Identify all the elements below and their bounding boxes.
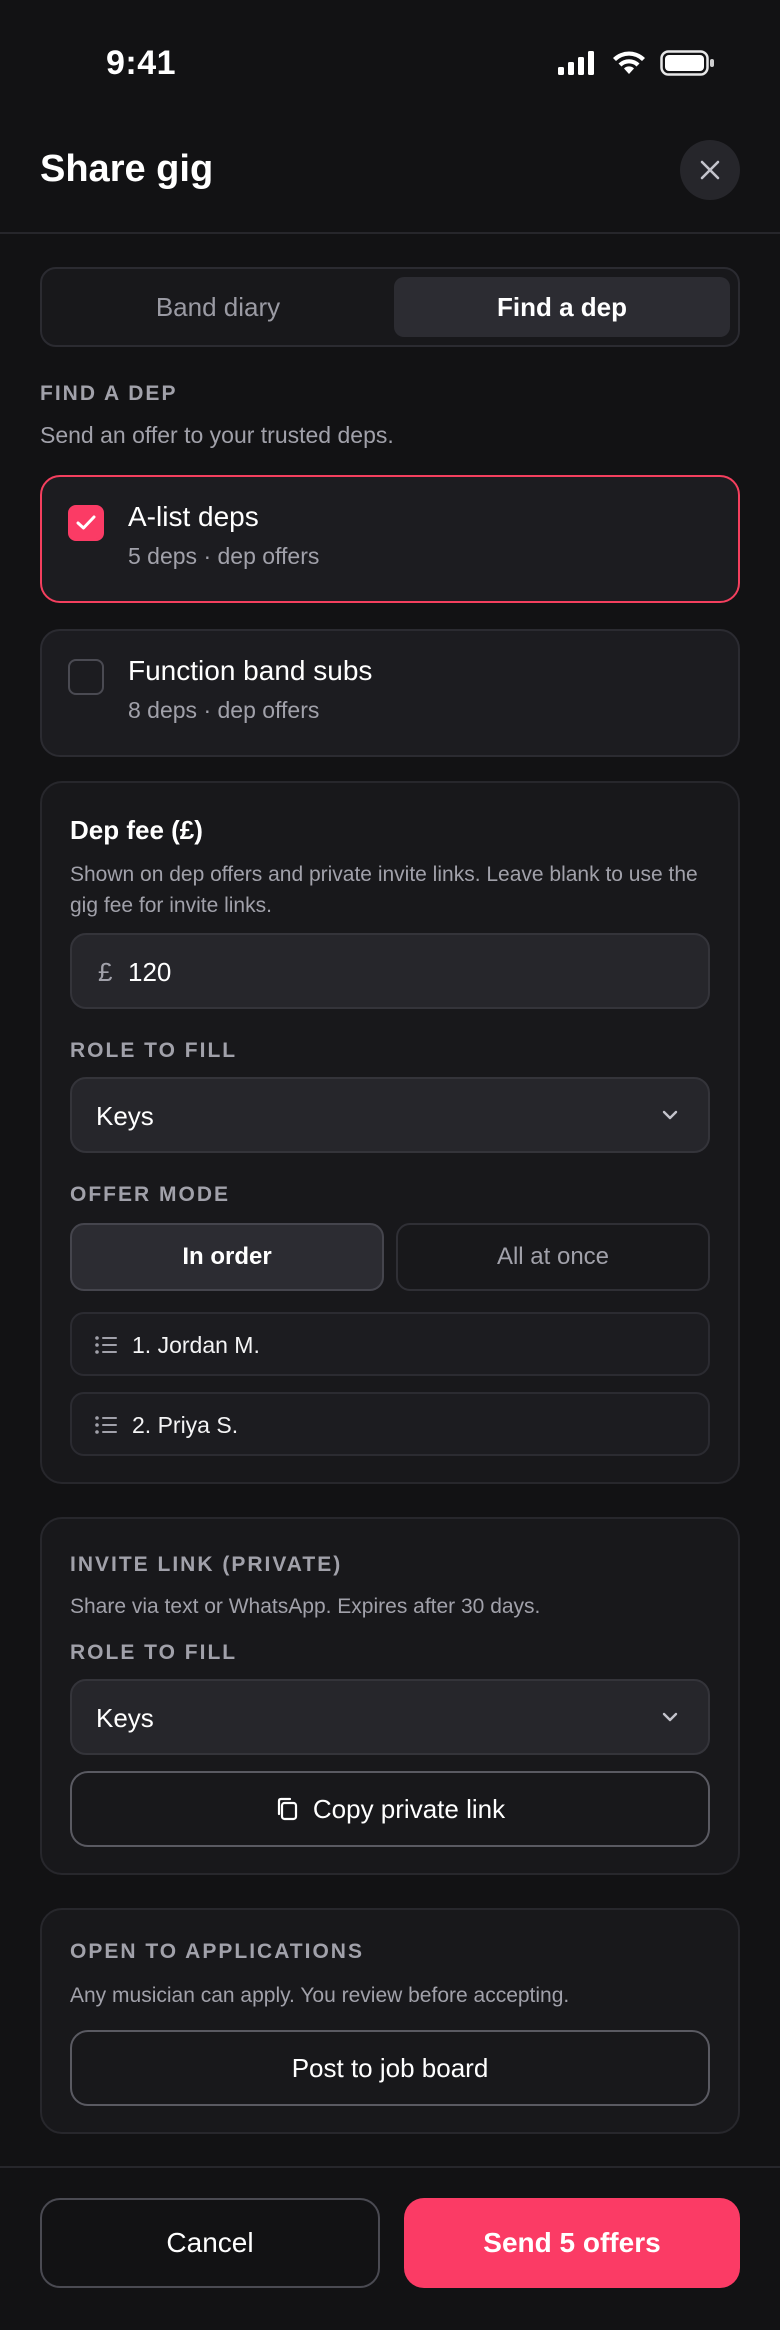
tab-band-diary[interactable]: Band diary <box>50 277 386 337</box>
applications-panel: OPEN TO APPLICATIONS Any musician can ap… <box>40 1908 740 2134</box>
copy-link-label: Copy private link <box>312 1793 506 1824</box>
group-name: A-list deps <box>128 501 259 532</box>
check-icon <box>76 515 96 530</box>
a-list-checkbox[interactable] <box>68 505 104 541</box>
role-select-value: Keys <box>96 1101 154 1131</box>
role-to-fill-label: ROLE TO FILL <box>70 1039 238 1062</box>
order-list-item[interactable]: 2. Priya S. <box>70 1392 710 1456</box>
drag-handle-icon[interactable] <box>94 1414 118 1436</box>
find-dep-heading: FIND A DEP <box>40 382 178 405</box>
chevron-down-icon <box>662 1712 678 1722</box>
dep-fee-input[interactable]: £ 120 <box>70 933 710 1009</box>
dep-group-a-list[interactable]: A-list deps 5 deps · dep offers <box>40 475 740 603</box>
status-icons <box>558 50 716 76</box>
dep-fee-title: Dep fee (£) <box>70 815 203 845</box>
page-title: Share gig <box>40 148 214 190</box>
offer-mode-toggle: In order All at once <box>70 1223 710 1291</box>
function-band-subs-checkbox[interactable] <box>68 659 104 695</box>
tab-find-a-dep[interactable]: Find a dep <box>394 277 730 337</box>
order-list-item[interactable]: 1. Jordan M. <box>70 1312 710 1376</box>
close-button[interactable] <box>680 140 740 200</box>
cancel-button[interactable]: Cancel <box>40 2198 380 2288</box>
close-icon <box>700 160 720 180</box>
copy-private-link-button[interactable]: Copy private link <box>70 1771 710 1847</box>
status-bar: 9:41 <box>0 0 780 120</box>
dep-fee-value: 120 <box>128 957 172 987</box>
invite-role-value: Keys <box>96 1703 154 1733</box>
sheet-header: Share gig <box>0 120 780 234</box>
order-item-name: 1. Jordan M. <box>132 1332 260 1358</box>
drag-handle-icon[interactable] <box>94 1334 118 1356</box>
offer-mode-label: OFFER MODE <box>70 1183 230 1206</box>
dep-fee-description: Shown on dep offers and private invite l… <box>70 863 698 917</box>
find-dep-subtitle: Send an offer to your trusted deps. <box>40 422 394 448</box>
group-name: Function band subs <box>128 655 373 686</box>
invite-role-label: ROLE TO FILL <box>70 1641 238 1664</box>
role-select[interactable]: Keys <box>70 1077 710 1153</box>
offer-mode-all-at-once[interactable]: All at once <box>396 1223 710 1291</box>
share-tabs: Band diary Find a dep <box>40 267 740 347</box>
cellular-signal-icon <box>558 51 594 75</box>
invite-link-panel: INVITE LINK (PRIVATE) Share via text or … <box>40 1517 740 1875</box>
battery-icon <box>660 50 714 76</box>
send-offers-button[interactable]: Send 5 offers <box>404 2198 740 2288</box>
invite-link-heading: INVITE LINK (PRIVATE) <box>70 1553 343 1576</box>
group-meta: 8 deps · dep offers <box>128 697 320 723</box>
offer-mode-in-order[interactable]: In order <box>70 1223 384 1291</box>
order-item-name: 2. Priya S. <box>132 1412 239 1438</box>
dep-fee-panel: Dep fee (£) Shown on dep offers and priv… <box>40 781 740 1484</box>
invite-link-description: Share via text or WhatsApp. Expires afte… <box>70 1595 541 1618</box>
post-to-job-board-button[interactable]: Post to job board <box>70 2030 710 2106</box>
group-meta: 5 deps · dep offers <box>128 543 320 569</box>
chevron-down-icon <box>662 1110 678 1120</box>
status-time: 9:41 <box>106 44 177 82</box>
copy-icon <box>277 1797 297 1821</box>
footer-actions: Cancel Send 5 offers <box>0 2166 780 2330</box>
currency-symbol: £ <box>98 957 113 987</box>
wifi-icon <box>613 51 645 74</box>
invite-role-select[interactable]: Keys <box>70 1679 710 1755</box>
applications-description: Any musician can apply. You review befor… <box>70 1984 570 2007</box>
applications-heading: OPEN TO APPLICATIONS <box>70 1940 364 1963</box>
dep-group-function-band-subs[interactable]: Function band subs 8 deps · dep offers <box>40 629 740 757</box>
